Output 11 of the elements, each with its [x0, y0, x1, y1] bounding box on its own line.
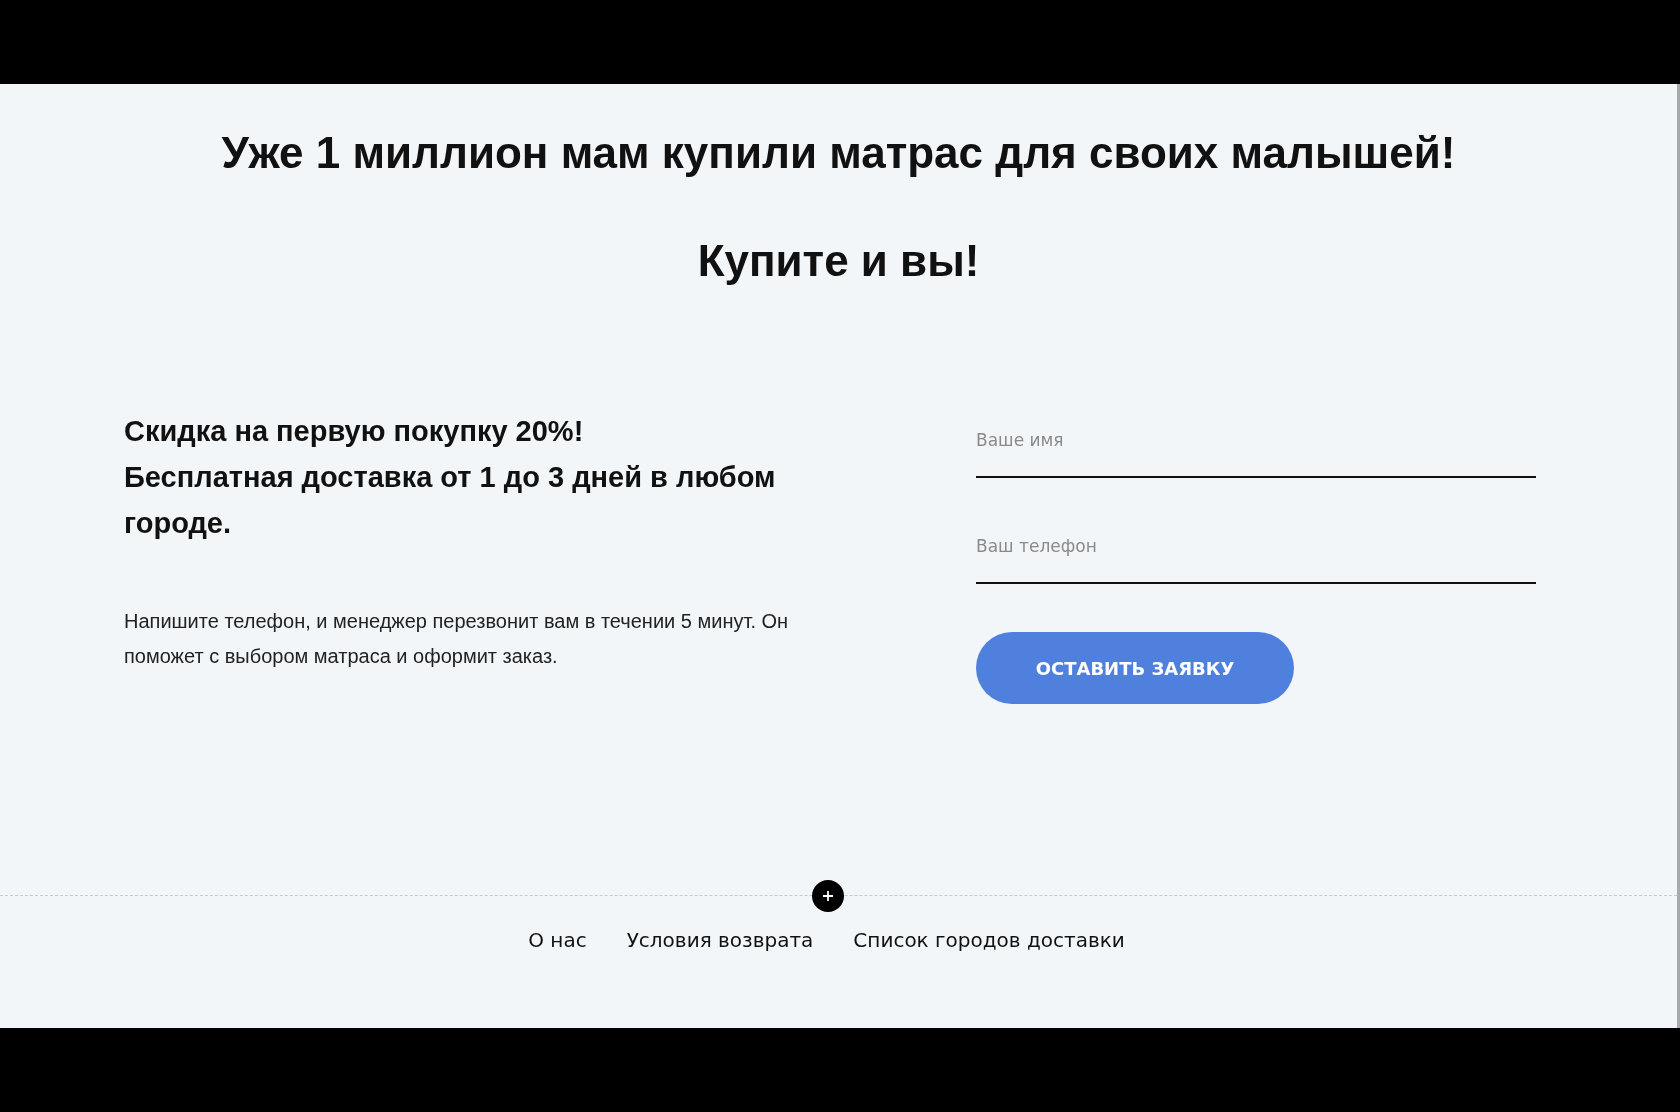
subheadline: Купите и вы! — [696, 236, 981, 286]
offer-title: Скидка на первую покупку 20%! Бесплатная доставка от 1 до 3 дней в любом городе. — [124, 414, 777, 541]
footer-link[interactable]: Список городов доставки — [853, 928, 1125, 952]
footer-link[interactable]: Условия возврата — [626, 928, 814, 952]
headline: Уже 1 миллион мам купили матрас для своих малышей! — [220, 128, 1457, 178]
plus-icon[interactable] — [812, 880, 844, 912]
footer-link[interactable]: О нас — [528, 928, 587, 952]
submit-button[interactable]: ОСТАВИТЬ ЗАЯВКУ — [976, 632, 1294, 704]
input-field[interactable]: Ваш телефон — [976, 536, 1536, 584]
offer-description: Напишите телефон, и менеджер перезвонит вам в течении 5 минут. Он поможет с выбором матраса и оформит заказ. — [124, 609, 790, 669]
input-field[interactable]: Ваше имя — [976, 430, 1536, 478]
